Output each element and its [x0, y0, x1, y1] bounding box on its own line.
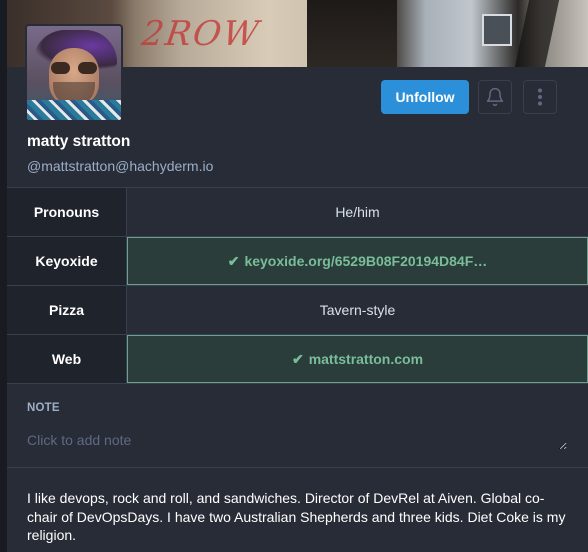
avatar[interactable] — [25, 24, 123, 122]
notify-button[interactable] — [478, 80, 512, 114]
field-row-pizza: Pizza Tavern-style — [7, 286, 588, 335]
field-row-keyoxide: Keyoxide ✔ keyoxide.org/6529B08F20194D84… — [7, 237, 588, 286]
field-name: Web — [7, 335, 127, 383]
field-link-web[interactable]: mattstratton.com — [309, 351, 423, 367]
verified-check-icon: ✔ — [291, 350, 304, 367]
bell-icon — [485, 87, 505, 107]
header-shadow — [514, 0, 560, 67]
field-value: He/him — [127, 188, 588, 236]
field-name: Pizza — [7, 286, 127, 334]
field-value-text: Tavern-style — [319, 302, 396, 318]
avatar-shirt — [27, 100, 121, 120]
field-row-web: Web ✔ mattstratton.com — [7, 335, 588, 384]
field-value: Tavern-style — [127, 286, 588, 334]
field-value-text: He/him — [335, 204, 380, 220]
field-name: Pronouns — [7, 188, 127, 236]
note-input[interactable] — [27, 432, 567, 450]
display-name: matty stratton — [27, 133, 131, 150]
field-value-verified: ✔ keyoxide.org/6529B08F20194D84F… — [127, 237, 588, 285]
note-label: NOTE — [27, 402, 60, 414]
profile-fields: Pronouns He/him Keyoxide ✔ keyoxide.org/… — [7, 188, 588, 384]
header-graffiti: 2ROW — [139, 14, 263, 54]
header-beam — [307, 0, 397, 67]
field-row-pronouns: Pronouns He/him — [7, 188, 588, 237]
account-card: 2ROW Unfollow matty stratton @mattstratt… — [7, 0, 588, 552]
field-name: Keyoxide — [7, 237, 127, 285]
verified-check-icon: ✔ — [227, 252, 240, 269]
header-window — [482, 14, 512, 46]
profile-page: 2ROW Unfollow matty stratton @mattstratt… — [0, 0, 588, 552]
field-link-keyoxide[interactable]: keyoxide.org/6529B08F20194D84F… — [244, 253, 487, 269]
more-options-button[interactable] — [523, 80, 557, 114]
divider-bio — [7, 467, 588, 468]
account-handle: @mattstratton@hachyderm.io — [27, 158, 214, 174]
account-bio: I like devops, rock and roll, and sandwi… — [27, 490, 566, 543]
field-value-verified: ✔ mattstratton.com — [127, 335, 588, 383]
more-vertical-icon — [537, 87, 543, 107]
avatar-glasses — [51, 62, 97, 74]
unfollow-button[interactable]: Unfollow — [381, 80, 469, 114]
